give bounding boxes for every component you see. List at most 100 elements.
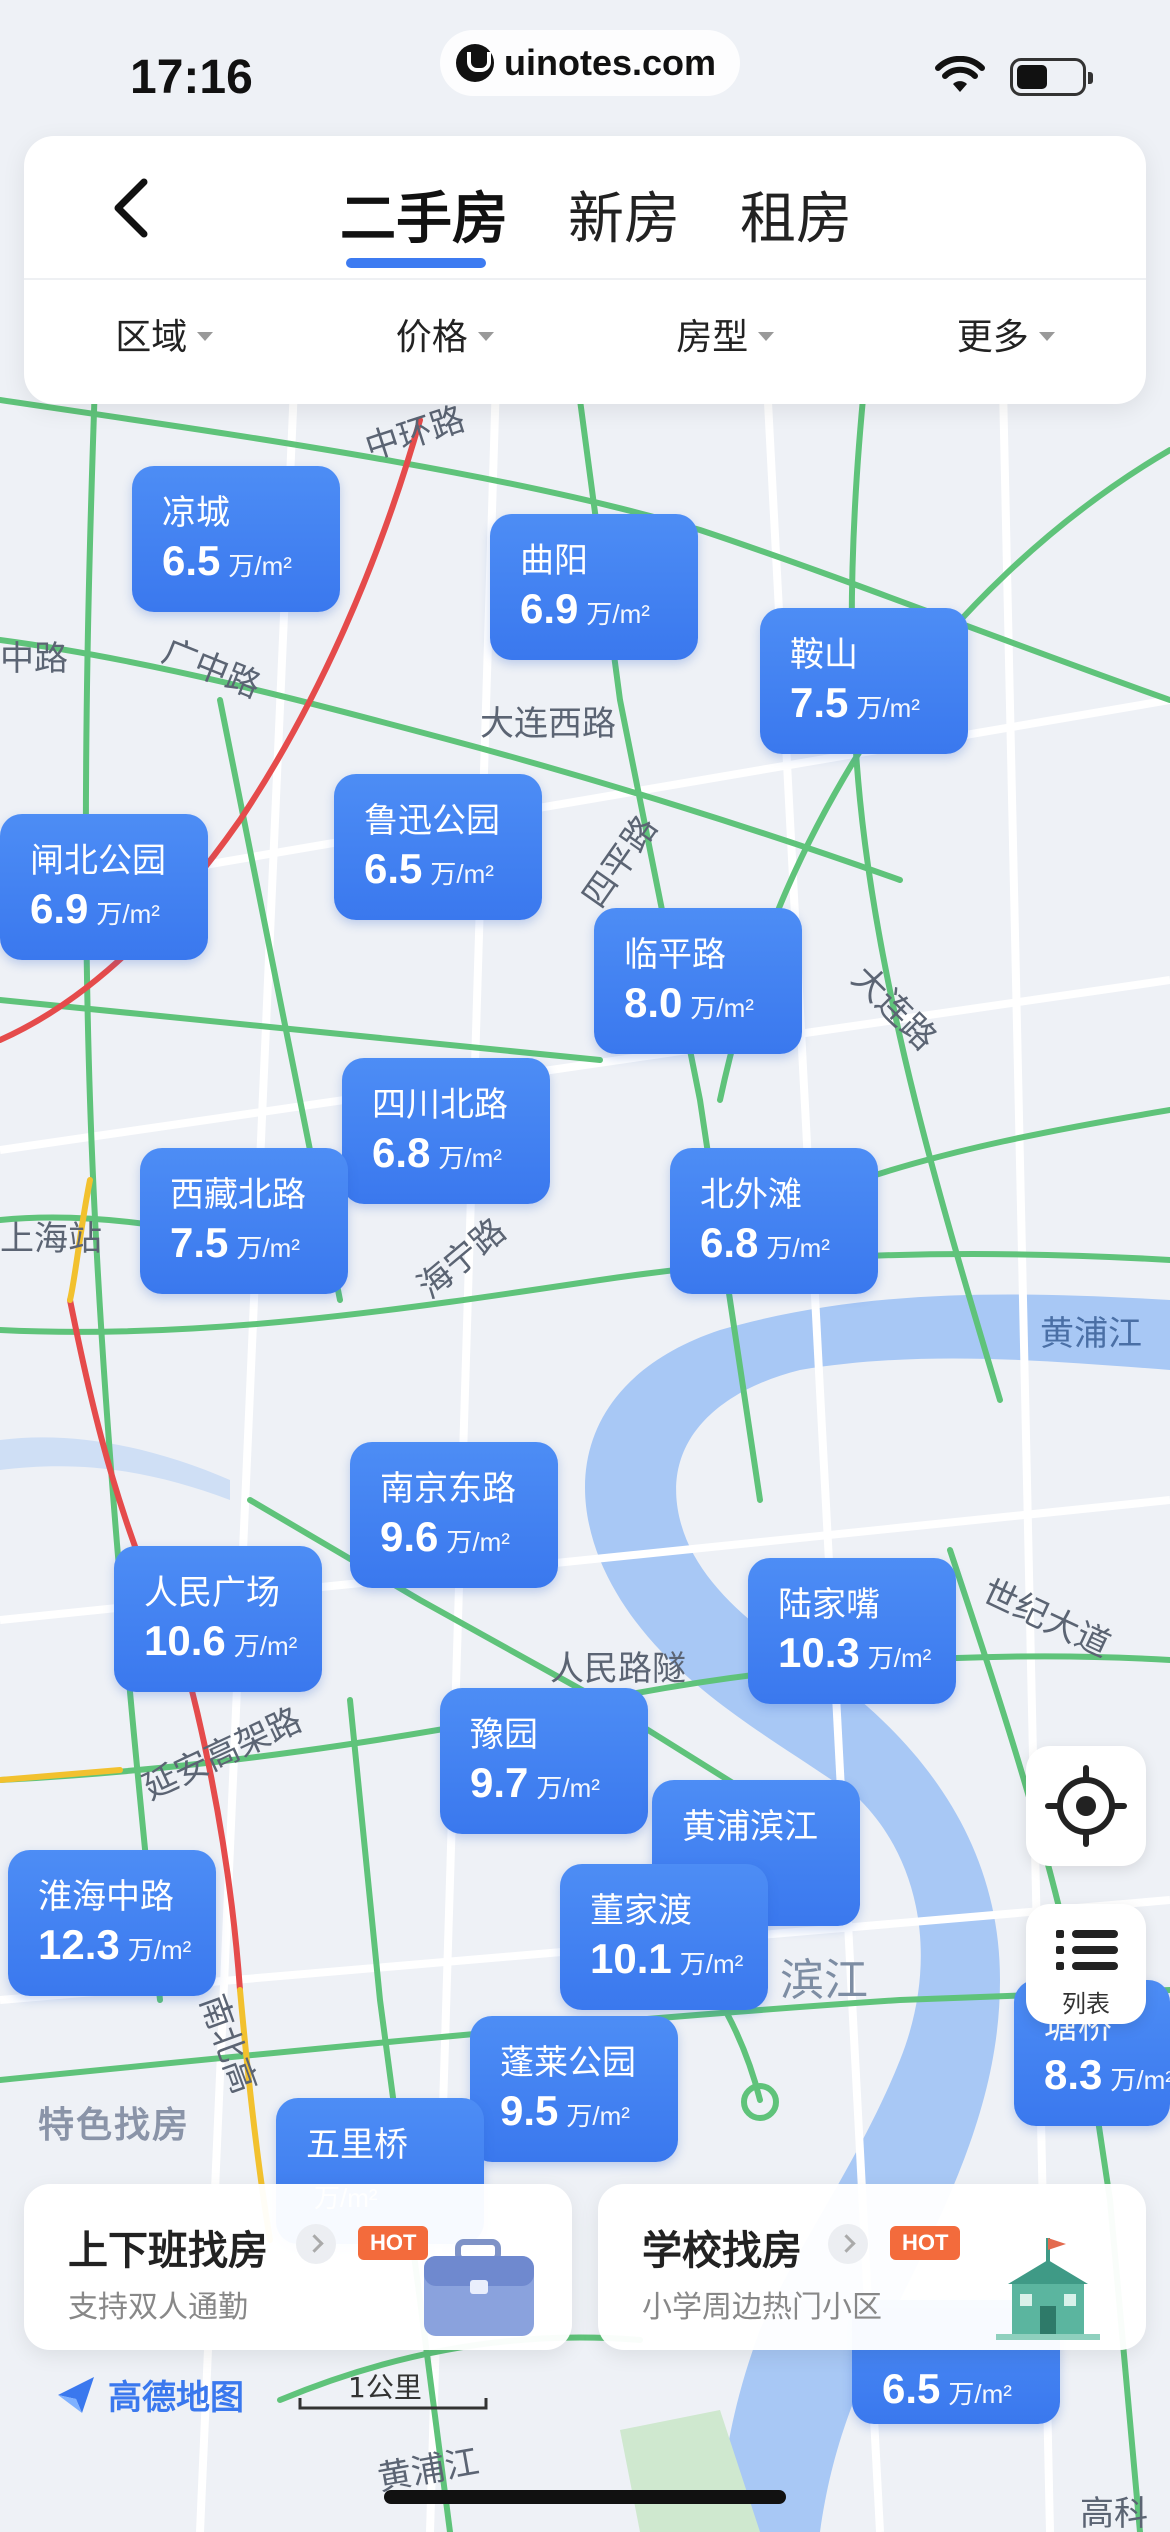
marker-price: 6.5 万/m² [882,2365,1012,2412]
marker-name: 董家渡 [590,1891,692,1931]
commute-search-card[interactable]: 上下班找房 HOT 支持双人通勤 [24,2184,572,2350]
price-marker[interactable]: 淮海中路 12.3 万/m² [8,1850,216,1996]
map-label-shanghaizhan: 上海站 [0,1219,102,1259]
back-icon[interactable] [94,168,174,248]
school-card-subtitle: 小学周边热门小区 [642,2290,882,2325]
marker-price: 9.7 万/m² [470,1759,600,1806]
tab-rental[interactable]: 租房 [710,174,882,255]
locate-button[interactable] [1026,1746,1146,1866]
scale-bar [298,2398,488,2410]
price-marker[interactable]: 人民广场 10.6 万/m² [114,1546,322,1692]
filter-layout-label: 房型 [676,317,749,358]
marker-price: 8.3 万/m² [1044,2051,1170,2098]
price-marker[interactable]: 西藏北路 7.5 万/m² [140,1148,348,1294]
list-view-button[interactable]: 列表 [1026,1904,1146,2024]
list-icon [1056,1930,1118,1970]
chevron-right-icon [296,2224,336,2264]
commute-card-title: 上下班找房 [68,2228,268,2274]
caret-down-icon [197,331,214,341]
marker-name: 五里桥 [306,2125,408,2165]
map-label-zhonglu: 中路 [0,639,68,679]
amap-brand-text: 高德地图 [108,2378,244,2418]
map-label-dalianxilu: 大连西路 [480,704,616,744]
filter-more[interactable]: 更多 [866,308,1147,360]
marker-name: 鲁迅公园 [364,801,500,841]
hot-badge: HOT [890,2226,961,2260]
battery-icon [1010,58,1093,96]
price-marker[interactable]: 鲁迅公园 6.5 万/m² [334,774,542,920]
marker-name: 闸北公园 [30,841,166,881]
tab-bar: 二手房 新房 租房 [310,174,882,255]
marker-name: 凉城 [162,493,230,533]
map-label-binjiang: 滨江 [780,1955,868,2006]
price-marker[interactable]: 豫园 9.7 万/m² [440,1688,648,1834]
briefcase-icon [424,2239,534,2336]
caret-down-icon [758,331,775,341]
marker-price: 10.6 万/m² [144,1617,298,1664]
price-marker[interactable]: 鞍山 7.5 万/m² [760,608,968,754]
marker-name: 临平路 [624,935,726,975]
marker-price: 7.5 万/m² [170,1219,300,1266]
map-label-gaokelu: 高科 [1080,2494,1148,2532]
price-marker[interactable]: 曲阳 6.9 万/m² [490,514,698,660]
marker-name: 陆家嘴 [778,1585,880,1625]
feature-section-title: 特色找房 [38,2105,191,2146]
map-scale: 1公里 [298,2366,488,2410]
filter-bar: 区域 价格 房型 更多 [24,308,1146,360]
url-text: uinotes.com [504,42,717,83]
marker-price: 6.5 万/m² [162,537,292,584]
marker-price: 6.8 万/m² [372,1129,502,1176]
amap-brand: 高德地图 [54,2370,244,2419]
price-marker[interactable]: 陆家嘴 10.3 万/m² [748,1558,956,1704]
price-marker[interactable]: 南京东路 9.6 万/m² [350,1442,558,1588]
commute-card-subtitle: 支持双人通勤 [68,2290,248,2325]
divider [24,278,1146,280]
price-marker[interactable]: 临平路 8.0 万/m² [594,908,802,1054]
filter-price[interactable]: 价格 [305,308,586,360]
caret-down-icon [1038,331,1055,341]
school-search-card[interactable]: 学校找房 HOT 小学周边热门小区 [598,2184,1146,2350]
chevron-right-icon [828,2224,868,2264]
map-label-renminlusui: 人民路隧 [550,1649,686,1689]
marker-price: 6.5 万/m² [364,845,494,892]
active-tab-indicator [346,258,486,268]
price-marker[interactable]: 四川北路 6.8 万/m² [342,1058,550,1204]
marker-name: 人民广场 [144,1573,280,1613]
price-marker[interactable]: 蓬莱公园 9.5 万/m² [470,2016,678,2162]
school-building-icon [996,2238,1100,2340]
amap-logo-icon [58,2376,94,2413]
tab-new-home[interactable]: 新房 [538,174,710,255]
filter-price-label: 价格 [395,317,468,358]
caret-down-icon [477,331,494,341]
price-marker[interactable]: 董家渡 10.1 万/m² [560,1864,768,2010]
marker-price: 6.9 万/m² [520,585,650,632]
marker-price: 7.5 万/m² [790,679,920,726]
marker-name: 蓬莱公园 [500,2043,636,2083]
marker-name: 北外滩 [700,1175,802,1215]
home-indicator[interactable] [384,2490,786,2504]
top-filter-card: 二手房 新房 租房 区域 价格 房型 更多 [24,136,1146,404]
price-marker[interactable]: 凉城 6.5 万/m² [132,466,340,612]
price-marker[interactable]: 闸北公园 6.9 万/m² [0,814,208,960]
marker-price: 9.6 万/m² [380,1513,510,1560]
map-label-huangpujiang: 黄浦江 [1040,1314,1142,1354]
marker-name: 豫园 [470,1715,538,1755]
status-bar: 17:16 uinotes.com [0,0,1170,130]
marker-name: 曲阳 [520,541,588,581]
uinotes-logo-icon [456,44,494,82]
locate-icon [1045,1765,1127,1847]
filter-more-label: 更多 [956,317,1029,358]
marker-name: 南京东路 [380,1469,516,1509]
marker-price: 8.0 万/m² [624,979,754,1026]
tab-resale[interactable]: 二手房 [310,174,538,255]
marker-price: 10.3 万/m² [778,1629,932,1676]
marker-price: 6.8 万/m² [700,1219,830,1266]
filter-district[interactable]: 区域 [24,308,305,360]
url-pill: uinotes.com [440,30,741,96]
marker-price: 10.1 万/m² [590,1935,744,1982]
status-time: 17:16 [130,51,253,104]
price-marker[interactable]: 北外滩 6.8 万/m² [670,1148,878,1294]
wifi-icon [935,56,985,92]
marker-price: 12.3 万/m² [38,1921,192,1968]
filter-layout[interactable]: 房型 [585,308,866,360]
